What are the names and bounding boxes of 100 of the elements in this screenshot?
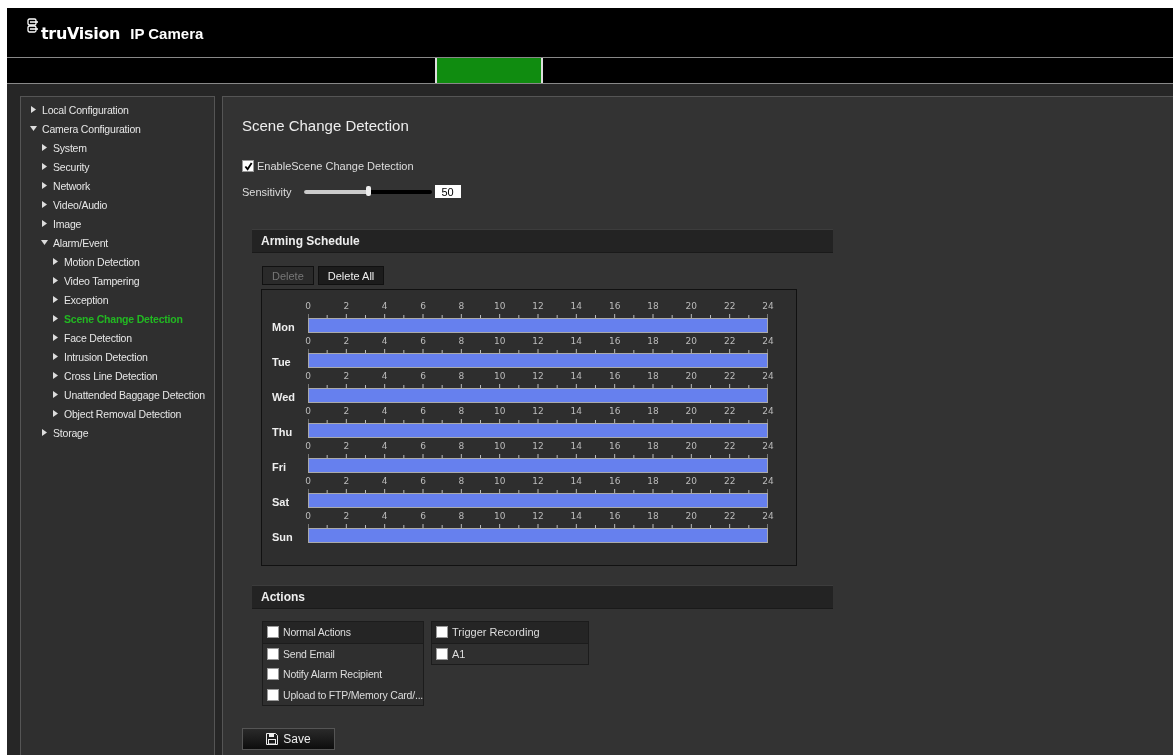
expand-triangle-icon[interactable] bbox=[52, 296, 59, 303]
hour-label: 4 bbox=[381, 371, 388, 381]
hour-label: 20 bbox=[685, 301, 698, 311]
hour-label: 16 bbox=[608, 476, 621, 486]
action-label: A1 bbox=[452, 647, 466, 660]
expand-triangle-icon[interactable] bbox=[52, 277, 59, 284]
action-label: Trigger Recording bbox=[452, 626, 540, 639]
sidebar-item[interactable]: System bbox=[21, 138, 214, 157]
hour-label: 10 bbox=[493, 406, 506, 416]
hour-label: 4 bbox=[381, 476, 388, 486]
hour-label: 2 bbox=[343, 441, 350, 451]
sensitivity-slider[interactable] bbox=[303, 189, 432, 194]
sidebar-item[interactable]: Intrusion Detection bbox=[21, 347, 214, 366]
expand-triangle-icon[interactable] bbox=[52, 372, 59, 379]
hour-label: 8 bbox=[458, 476, 465, 486]
checkbox[interactable] bbox=[436, 626, 448, 639]
hour-label: 4 bbox=[381, 511, 388, 521]
checkbox[interactable] bbox=[267, 626, 279, 639]
hour-label: 22 bbox=[723, 441, 736, 451]
hour-label: 16 bbox=[608, 301, 621, 311]
hour-label: 14 bbox=[570, 336, 583, 346]
sidebar-item[interactable]: Scene Change Detection bbox=[21, 309, 214, 328]
sidebar-item[interactable]: Local Configuration bbox=[21, 100, 214, 119]
hour-label: 10 bbox=[493, 511, 506, 521]
hour-label: 0 bbox=[305, 441, 311, 451]
sidebar-item[interactable]: Storage bbox=[21, 423, 214, 442]
nav-tab[interactable] bbox=[435, 58, 543, 83]
hour-label: 18 bbox=[647, 511, 659, 521]
expand-triangle-icon[interactable] bbox=[41, 144, 48, 151]
collapse-triangle-icon[interactable] bbox=[30, 125, 37, 132]
sensitivity-value-field[interactable]: 50 bbox=[434, 185, 461, 198]
sidebar-item[interactable]: Alarm/Event bbox=[21, 233, 214, 252]
expand-triangle-icon[interactable] bbox=[41, 182, 48, 189]
checkbox[interactable] bbox=[267, 668, 279, 681]
hour-label: 18 bbox=[647, 406, 659, 416]
hour-label: 12 bbox=[532, 511, 544, 521]
action-label: Send Email bbox=[283, 647, 335, 660]
sidebar-item[interactable]: Security bbox=[21, 157, 214, 176]
save-button[interactable]: Save bbox=[242, 728, 335, 750]
hour-label: 20 bbox=[685, 336, 698, 346]
day-label: Sun bbox=[272, 530, 294, 543]
day-label: Mon bbox=[272, 320, 296, 333]
checkbox[interactable] bbox=[267, 688, 279, 701]
expand-triangle-icon[interactable] bbox=[52, 353, 59, 360]
hour-label: 6 bbox=[420, 371, 426, 381]
sidebar-item[interactable]: Camera Configuration bbox=[21, 119, 214, 138]
hour-label: 12 bbox=[532, 336, 544, 346]
sidebar-item[interactable]: Image bbox=[21, 214, 214, 233]
expand-triangle-icon[interactable] bbox=[30, 106, 37, 113]
hour-label: 20 bbox=[685, 511, 698, 521]
hour-label: 6 bbox=[420, 476, 426, 486]
sidebar-item[interactable]: Video Tampering bbox=[21, 271, 214, 290]
hour-label: 18 bbox=[647, 476, 659, 486]
product-name: IP Camera bbox=[130, 25, 204, 42]
hour-label: 18 bbox=[647, 336, 659, 346]
hour-label: 10 bbox=[493, 371, 506, 381]
hour-label: 4 bbox=[381, 441, 388, 451]
expand-triangle-icon[interactable] bbox=[41, 220, 48, 227]
sidebar-item[interactable]: Unattended Baggage Detection bbox=[21, 385, 214, 404]
hour-label: 22 bbox=[723, 336, 736, 346]
hour-label: 8 bbox=[458, 441, 465, 451]
sidebar-item[interactable]: Face Detection bbox=[21, 328, 214, 347]
expand-triangle-icon[interactable] bbox=[52, 410, 59, 417]
expand-triangle-icon[interactable] bbox=[52, 315, 59, 322]
expand-triangle-icon[interactable] bbox=[52, 258, 59, 265]
checkbox[interactable] bbox=[436, 647, 448, 660]
hour-label: 6 bbox=[420, 511, 426, 521]
expand-triangle-icon[interactable] bbox=[41, 163, 48, 170]
hour-label: 14 bbox=[570, 371, 583, 381]
delete-all-button[interactable]: Delete All bbox=[317, 266, 385, 285]
hour-label: 24 bbox=[762, 336, 774, 346]
day-label: Tue bbox=[272, 355, 292, 368]
hour-label: 4 bbox=[381, 301, 388, 311]
hour-label: 22 bbox=[723, 301, 736, 311]
sidebar-item[interactable]: Motion Detection bbox=[21, 252, 214, 271]
hour-label: 24 bbox=[762, 511, 774, 521]
day-label: Thu bbox=[272, 425, 294, 438]
hour-label: 2 bbox=[343, 371, 350, 381]
expand-triangle-icon[interactable] bbox=[41, 429, 48, 436]
collapse-triangle-icon[interactable] bbox=[41, 239, 48, 246]
hour-label: 12 bbox=[532, 301, 544, 311]
hour-label: 24 bbox=[762, 476, 774, 486]
sidebar-item[interactable]: Object Removal Detection bbox=[21, 404, 214, 423]
sidebar-item[interactable]: Video/Audio bbox=[21, 195, 214, 214]
checkbox[interactable] bbox=[242, 160, 254, 172]
sidebar-item[interactable]: Exception bbox=[21, 290, 214, 309]
hour-label: 4 bbox=[381, 406, 388, 416]
expand-triangle-icon[interactable] bbox=[41, 201, 48, 208]
hour-label: 0 bbox=[305, 511, 311, 521]
hour-label: 8 bbox=[458, 301, 465, 311]
hour-label: 24 bbox=[762, 441, 774, 451]
sidebar-item[interactable]: Cross Line Detection bbox=[21, 366, 214, 385]
checkbox[interactable] bbox=[267, 647, 279, 660]
sidebar-item[interactable]: Network bbox=[21, 176, 214, 195]
hour-label: 10 bbox=[493, 301, 506, 311]
expand-triangle-icon[interactable] bbox=[52, 334, 59, 341]
hour-label: 20 bbox=[685, 476, 698, 486]
expand-triangle-icon[interactable] bbox=[52, 391, 59, 398]
slider-thumb[interactable] bbox=[365, 185, 371, 196]
hour-label: 18 bbox=[647, 301, 659, 311]
